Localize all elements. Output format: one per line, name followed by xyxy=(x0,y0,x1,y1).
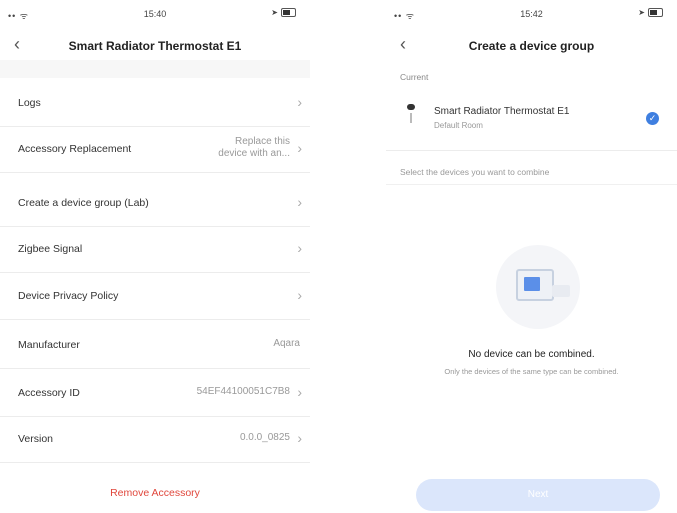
location-icon: ➤ xyxy=(271,8,278,17)
row-value: Aqara xyxy=(273,338,300,349)
chevron-right-icon: › xyxy=(297,94,302,110)
battery-status: ➤ xyxy=(271,8,296,17)
next-button[interactable]: Next xyxy=(416,479,660,511)
row-label: Accessory Replacement xyxy=(18,143,132,155)
chevron-right-icon: › xyxy=(297,140,302,156)
nav-bar: ‹ Smart Radiator Thermostat E1 xyxy=(0,30,310,60)
location-icon: ➤ xyxy=(638,8,645,17)
row-label: Version xyxy=(18,433,54,445)
row-accessory-replacement[interactable]: Accessory Replacement Replace this devic… xyxy=(0,126,310,173)
current-device-row: Smart Radiator Thermostat E1 Default Roo… xyxy=(386,90,677,151)
status-time: 15:40 xyxy=(143,9,167,19)
chevron-right-icon: › xyxy=(297,194,302,210)
row-value: Replace this device with an... xyxy=(218,136,290,159)
row-accessory-id[interactable]: Accessory ID 54EF44100051C7B8 › xyxy=(0,370,310,417)
remove-accessory-button[interactable]: Remove Accessory xyxy=(0,487,310,499)
chevron-right-icon: › xyxy=(297,287,302,303)
hub-device-icon xyxy=(516,269,554,301)
chevron-right-icon: › xyxy=(297,384,302,400)
device-name: Smart Radiator Thermostat E1 xyxy=(434,106,570,117)
row-manufacturer: Manufacturer Aqara xyxy=(0,322,310,369)
chevron-right-icon: › xyxy=(297,240,302,256)
battery-status: ➤ xyxy=(638,8,663,17)
row-device-privacy-policy[interactable]: Device Privacy Policy › xyxy=(0,273,310,320)
row-logs[interactable]: Logs › xyxy=(0,80,310,127)
accessory-settings-screen: •• ᯤ 15:40 ➤ ‹ Smart Radiator Thermostat… xyxy=(0,0,310,513)
status-bar: •• ᯤ 15:42 ➤ xyxy=(386,0,677,26)
divider xyxy=(386,184,677,185)
select-devices-hint: Select the devices you want to combine xyxy=(400,167,550,177)
row-value: 0.0.0_0825 xyxy=(239,432,290,443)
empty-state-title: No device can be combined. xyxy=(468,349,595,360)
row-zigbee-signal[interactable]: Zigbee Signal › xyxy=(0,226,310,273)
row-value: 54EF44100051C7B8 xyxy=(196,386,290,397)
status-time: 15:42 xyxy=(520,9,543,19)
row-version[interactable]: Version 0.0.0_0825 › xyxy=(0,416,310,463)
row-label: Logs xyxy=(18,97,41,109)
empty-state-illustration xyxy=(496,245,580,329)
stage: •• ᯤ 15:40 ➤ ‹ Smart Radiator Thermostat… xyxy=(0,0,677,513)
row-label: Manufacturer xyxy=(18,339,80,351)
row-label: Zigbee Signal xyxy=(18,243,83,255)
row-label: Accessory ID xyxy=(18,387,80,399)
empty-state-subtitle: Only the devices of the same type can be… xyxy=(444,367,619,376)
page-title: Smart Radiator Thermostat E1 xyxy=(68,39,242,53)
battery-icon xyxy=(648,8,663,17)
chevron-right-icon: › xyxy=(297,430,302,446)
row-label: Create a device group (Lab) xyxy=(18,197,149,209)
section-divider xyxy=(0,60,310,78)
row-label: Device Privacy Policy xyxy=(18,290,119,302)
thermostat-icon xyxy=(406,104,416,132)
current-section-label: Current xyxy=(400,72,429,82)
check-circle-icon: ✓ xyxy=(646,112,659,125)
nav-bar: ‹ Create a device group xyxy=(386,30,677,60)
status-bar: •• ᯤ 15:40 ➤ xyxy=(0,0,310,26)
device-room: Default Room xyxy=(434,121,483,130)
row-create-device-group[interactable]: Create a device group (Lab) › xyxy=(0,180,310,227)
page-title: Create a device group xyxy=(468,39,595,53)
create-device-group-screen: •• ᯤ 15:42 ➤ ‹ Create a device group Cur… xyxy=(386,0,677,513)
battery-icon xyxy=(281,8,296,17)
